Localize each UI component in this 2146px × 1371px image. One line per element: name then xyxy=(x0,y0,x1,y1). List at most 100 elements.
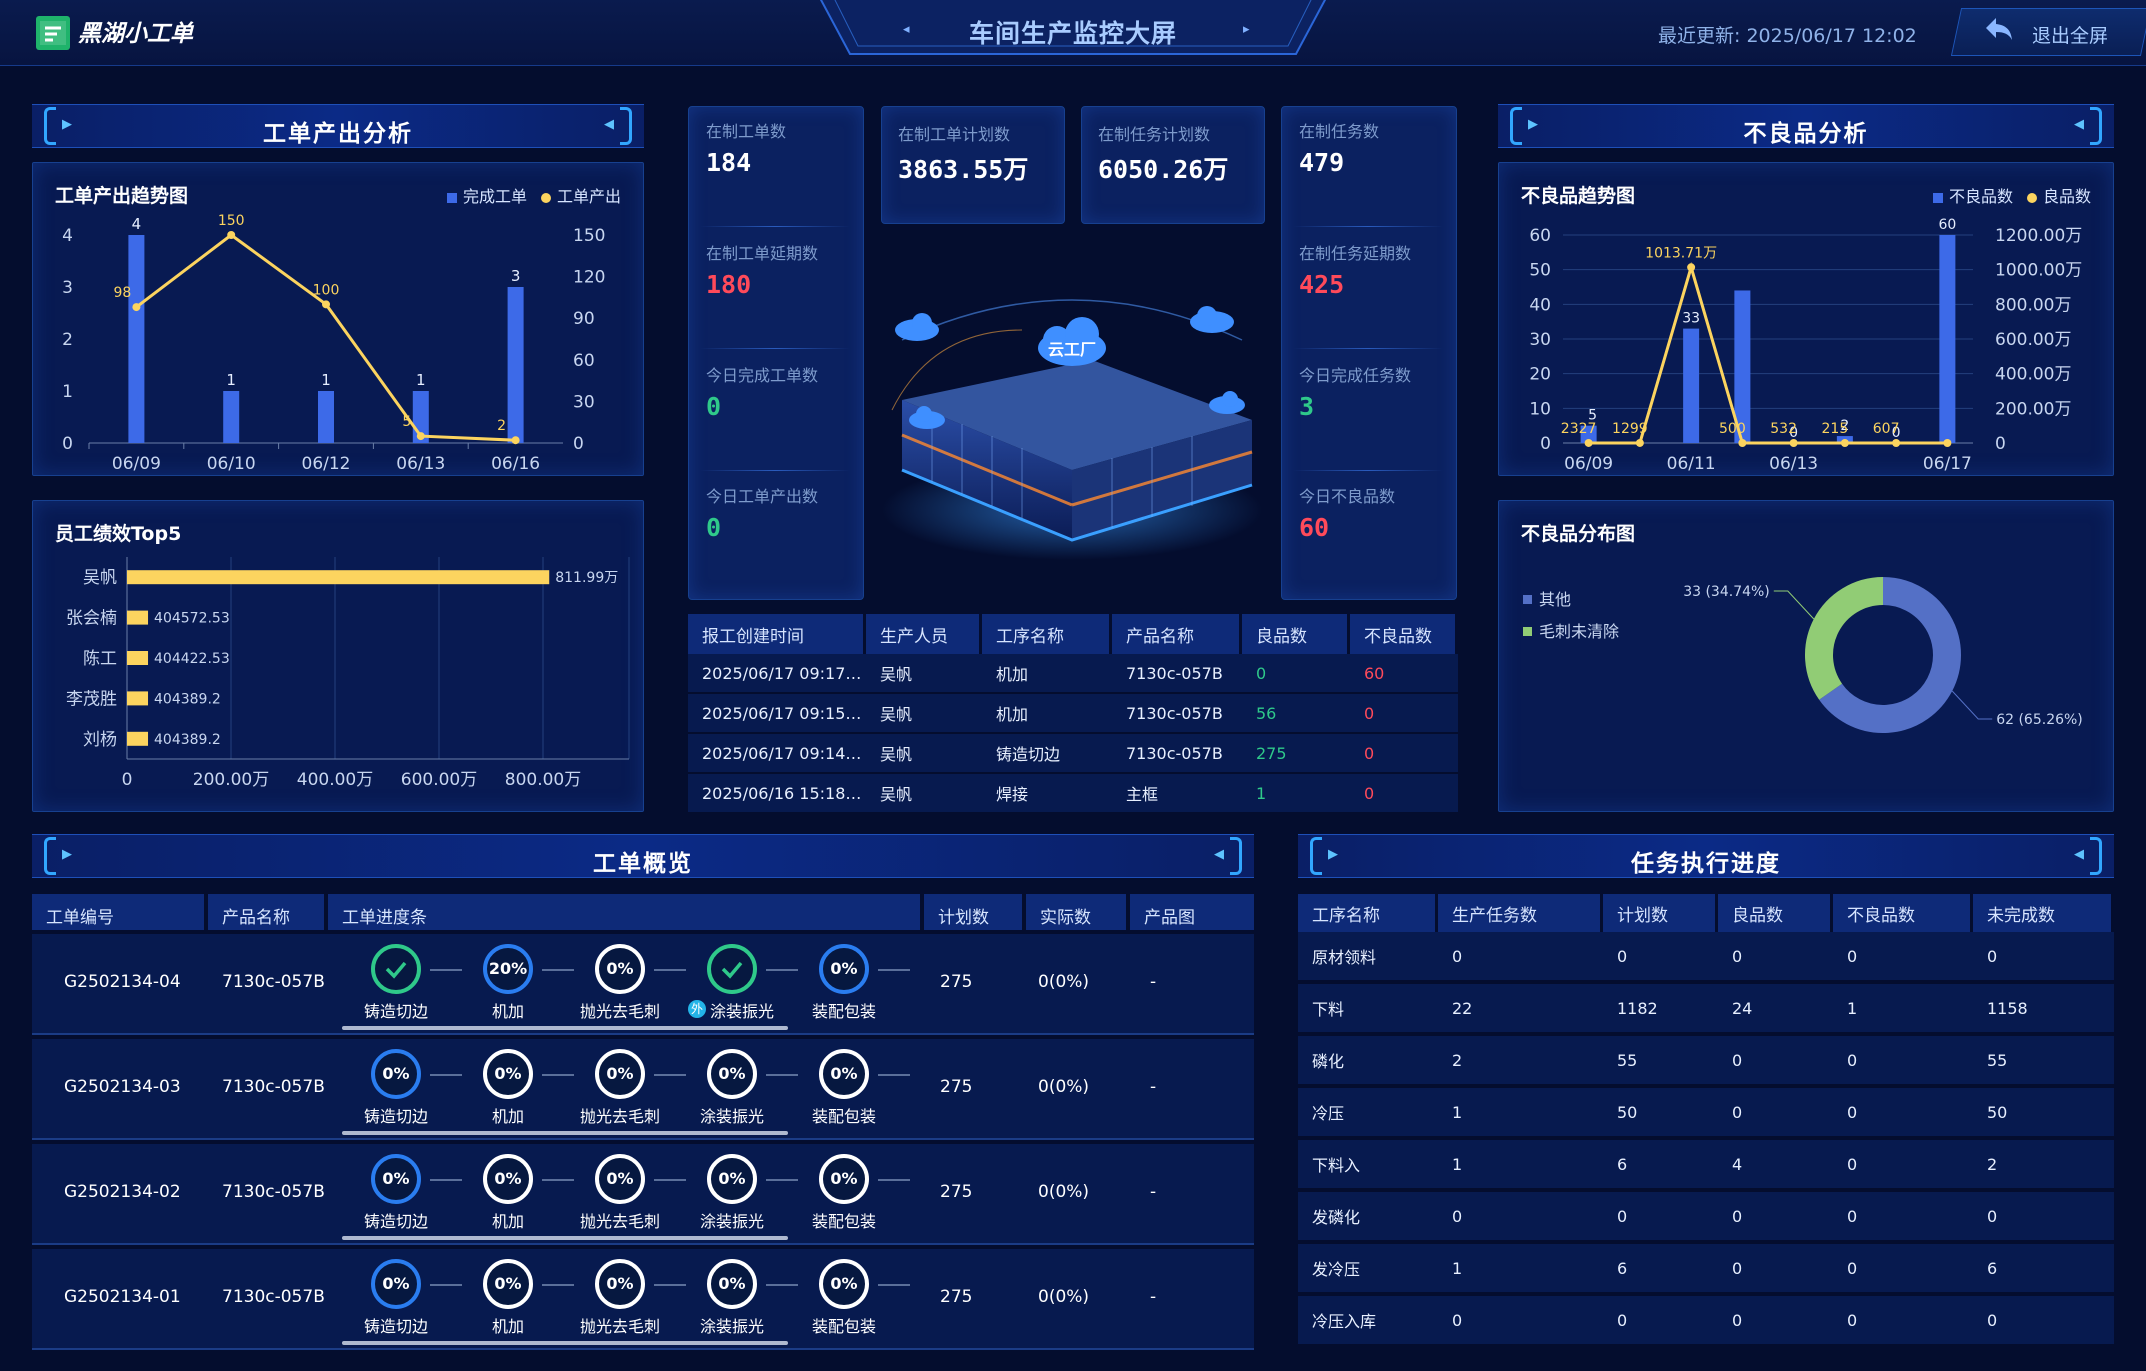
process-step-circle[interactable] xyxy=(371,944,421,994)
exit-back-icon xyxy=(1986,18,2012,40)
x-tick-label: 06/12 xyxy=(302,454,351,474)
employee-bar-label: 811.99万 xyxy=(555,570,618,586)
step-connector xyxy=(542,1284,574,1286)
process-step-circle[interactable]: 0% xyxy=(595,1259,645,1309)
report-cell: 56 xyxy=(1242,694,1350,734)
work-order-plan: 275 xyxy=(940,1182,973,1202)
output-bar-label: 1 xyxy=(416,371,426,389)
x-tick-label: 600.00万 xyxy=(401,770,477,790)
work-order-row[interactable]: G2502134-03 7130c-057B 275 0(0%) - 0% 铸造切边 0% 机加… xyxy=(32,1039,1254,1140)
process-step-name: 涂装振光 xyxy=(709,1002,774,1021)
task-cell: 0 xyxy=(1718,932,1833,984)
task-cell: 1 xyxy=(1438,1140,1603,1192)
task-cell: 0 xyxy=(1973,932,2114,984)
report-col-defect: 不良品数 xyxy=(1350,614,1458,654)
step-connector xyxy=(766,1284,798,1286)
work-order-rows: G2502134-04 7130c-057B 275 0(0%) - 铸造切边 20% 机加 0… xyxy=(32,934,1254,1354)
process-step-circle[interactable]: 0% xyxy=(819,1259,869,1309)
task-cell: 6 xyxy=(1603,1140,1718,1192)
report-cell: 0 xyxy=(1350,774,1458,812)
task-row[interactable]: 磷化 2 55 0 0 55 xyxy=(1298,1036,2114,1088)
output-bar xyxy=(318,391,334,443)
report-cell: 机加 xyxy=(982,694,1112,734)
today-wo-output-label: 今日工单产出数 xyxy=(706,487,819,506)
employee-bar-label: 404389.2 xyxy=(154,691,221,707)
legend-bar-swatch-icon xyxy=(1932,192,1943,203)
defect-trend-panel: 不良品趋势图 不良品数 良品数 0 10 20 30 40 50 60 0 200.00万 400.… xyxy=(1498,162,2114,476)
process-step-circle[interactable]: 20% xyxy=(483,944,533,994)
process-step-circle[interactable]: 0% xyxy=(595,944,645,994)
pie-legend-swatch-icon xyxy=(1523,627,1532,636)
report-col-good: 良品数 xyxy=(1242,614,1350,654)
employee-name-label: 陈工 xyxy=(83,649,117,669)
process-step-circle[interactable]: 0% xyxy=(483,1259,533,1309)
process-step-circle[interactable]: 0% xyxy=(707,1259,757,1309)
step-connector xyxy=(654,969,686,971)
work-order-row[interactable]: G2502134-02 7130c-057B 275 0(0%) - 0% 铸造切边 0% 机加… xyxy=(32,1144,1254,1245)
work-order-plan: 275 xyxy=(940,1077,973,1097)
process-step-name: 抛光去毛刺 xyxy=(579,1317,660,1336)
report-cell: 1 xyxy=(1242,774,1350,812)
output-trend-chart: 0 1 2 3 4 0 30 60 90 120 150 06/09 06/10 06/12 06/13 06… xyxy=(62,213,605,474)
task-row[interactable]: 冷压入库 0 0 0 0 0 xyxy=(1298,1296,2114,1348)
y-left-tick: 0 xyxy=(62,434,73,454)
work-order-plan: 275 xyxy=(940,972,973,992)
task-delay-label: 在制任务延期数 xyxy=(1299,244,1412,263)
task-cell: 0 xyxy=(1833,1244,1973,1296)
employee-bar xyxy=(127,691,149,706)
process-step-name: 装配包装 xyxy=(811,1317,876,1336)
process-step-circle[interactable]: 0% xyxy=(483,1154,533,1204)
process-step-circle[interactable] xyxy=(707,944,757,994)
task-cell: 0 xyxy=(1718,1192,1833,1244)
process-step-circle[interactable]: 0% xyxy=(819,1049,869,1099)
defect-analysis-titlebar: ▶ ◀ 不良品分析 xyxy=(1498,104,2114,148)
task-cell: 0 xyxy=(1833,932,1973,984)
process-step-circle[interactable]: 0% xyxy=(371,1259,421,1309)
work-order-actual: 0(0%) xyxy=(1038,1077,1090,1097)
task-row[interactable]: 发冷压 1 6 0 0 6 xyxy=(1298,1244,2114,1296)
process-step-circle[interactable]: 0% xyxy=(595,1049,645,1099)
process-step-circle[interactable]: 0% xyxy=(707,1049,757,1099)
today-wo-done-label: 今日完成工单数 xyxy=(706,366,819,385)
step-connector xyxy=(430,1284,462,1286)
process-step-circle[interactable]: 0% xyxy=(371,1154,421,1204)
task-row[interactable]: 下料 22 1182 24 1 1158 xyxy=(1298,984,2114,1036)
exit-fullscreen-label[interactable]: 退出全屏 xyxy=(2032,21,2108,48)
task-row[interactable]: 下料入 1 6 4 0 2 xyxy=(1298,1140,2114,1192)
y-left-tick: 1 xyxy=(62,382,73,402)
task-cell: 2 xyxy=(1438,1036,1603,1088)
task-row[interactable]: 冷压 1 50 0 0 50 xyxy=(1298,1088,2114,1140)
task-cell: 0 xyxy=(1438,1192,1603,1244)
process-step-name: 铸造切边 xyxy=(363,1002,428,1021)
output-bar-label: 1 xyxy=(321,371,331,389)
task-row[interactable]: 原材领料 0 0 0 0 0 xyxy=(1298,932,2114,984)
work-order-row[interactable]: G2502134-04 7130c-057B 275 0(0%) - 铸造切边 20% 机加 0… xyxy=(32,934,1254,1035)
output-trend-panel: 工单产出趋势图 完成工单 工单产出 0 1 2 3 4 0 30 60 90 120 150 06/09… xyxy=(32,162,644,476)
task-row[interactable]: 发磷化 0 0 0 0 0 xyxy=(1298,1192,2114,1244)
task-cell: 6 xyxy=(1603,1244,1718,1296)
process-step-circle[interactable]: 0% xyxy=(819,944,869,994)
process-step-name: 铸造切边 xyxy=(363,1317,428,1336)
process-step-circle[interactable]: 0% xyxy=(483,1049,533,1099)
task-cell: 4 xyxy=(1718,1140,1833,1192)
report-cell: 吴帆 xyxy=(866,774,982,812)
process-step-circle[interactable]: 0% xyxy=(819,1154,869,1204)
process-step-circle[interactable]: 0% xyxy=(707,1154,757,1204)
task-cell: 1 xyxy=(1833,984,1973,1036)
employee-bar-label: 404422.53 xyxy=(154,651,230,667)
x-tick-label: 06/11 xyxy=(1667,454,1716,474)
process-step-name: 涂装振光 xyxy=(699,1107,764,1126)
work-order-product: 7130c-057B xyxy=(222,1287,325,1307)
process-step-name: 装配包装 xyxy=(811,1212,876,1231)
x-tick-label: 06/09 xyxy=(112,454,161,474)
process-step-name: 铸造切边 xyxy=(363,1212,428,1231)
work-order-product: 7130c-057B xyxy=(222,1077,325,1097)
report-table: 报工创建时间 生产人员 工序名称 产品名称 良品数 不良品数 2025/06/1… xyxy=(688,614,1458,812)
step-connector xyxy=(878,969,910,971)
donut-slice xyxy=(1805,577,1884,700)
work-order-row[interactable]: G2502134-01 7130c-057B 275 0(0%) - 0% 铸造切边 0% 机加… xyxy=(32,1249,1254,1350)
today-task-done-value: 3 xyxy=(1299,392,1315,421)
output-bar-label: 3 xyxy=(511,267,521,285)
process-step-circle[interactable]: 0% xyxy=(595,1154,645,1204)
process-step-circle[interactable]: 0% xyxy=(371,1049,421,1099)
